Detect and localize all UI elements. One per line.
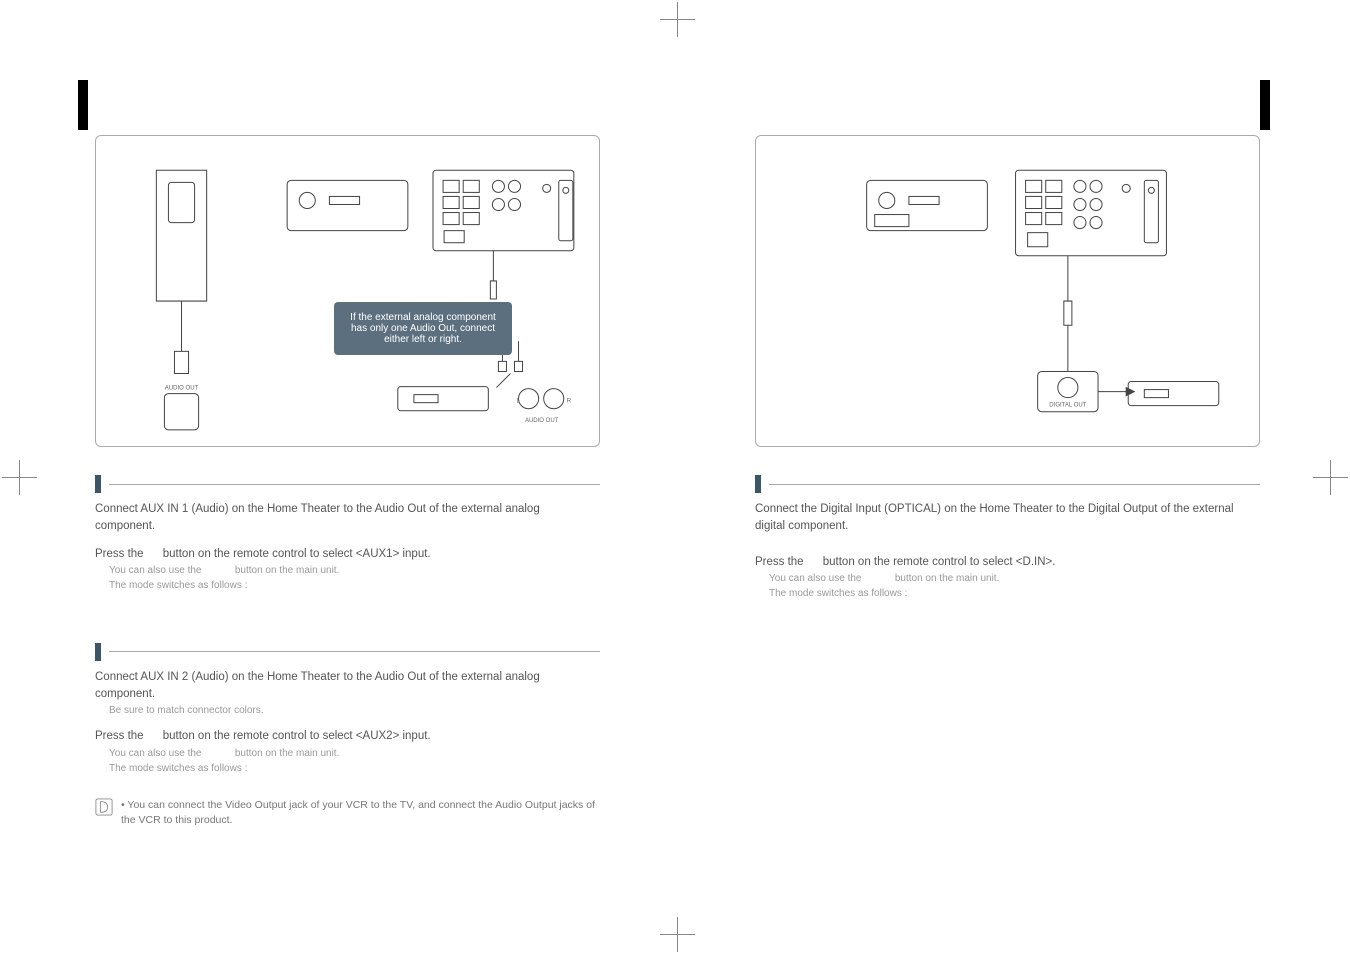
- aux2-small-2: The mode switches as follows :: [109, 761, 600, 776]
- svg-text:R: R: [567, 399, 572, 405]
- digital-out-label: DIGITAL OUT: [1049, 403, 1086, 409]
- aux-connection-diagram: AUDIO OUT: [95, 135, 600, 447]
- svg-text:AUDIO OUT: AUDIO OUT: [165, 386, 199, 392]
- optical-connection-diagram: DIGITAL OUT: [755, 135, 1260, 447]
- info-bubble: If the external analog component has onl…: [334, 302, 512, 355]
- crop-mark-bottom: [660, 917, 695, 952]
- din-step1: Connect the Digital Input (OPTICAL) on t…: [755, 501, 1260, 536]
- din-small-1: You can also use the button on the main …: [769, 571, 1260, 586]
- aux-diagram-svg: AUDIO OUT: [96, 136, 599, 446]
- left-page: AUDIO OUT: [40, 20, 645, 934]
- optical-diagram-svg: DIGITAL OUT: [756, 136, 1259, 446]
- aux1-step2: Press the button on the remote control t…: [95, 546, 600, 563]
- crop-mark-right: [1313, 460, 1348, 495]
- aux1-step1: Connect AUX IN 1 (Audio) on the Home The…: [95, 501, 600, 536]
- right-page: DIGITAL OUT Connect the Digital Input (O…: [700, 20, 1305, 934]
- aux2-step1: Connect AUX IN 2 (Audio) on the Home The…: [95, 669, 600, 704]
- vcr-note: • You can connect the Video Output jack …: [95, 798, 600, 830]
- aux1-small-1: You can also use the button on the main …: [109, 563, 600, 578]
- aux2-step1-sm: Be sure to match connector colors.: [109, 703, 600, 718]
- optical-section-mark: [755, 475, 1260, 493]
- aux2-small-1: You can also use the button on the main …: [109, 746, 600, 761]
- note-icon: [95, 798, 113, 816]
- din-step2: Press the button on the remote control t…: [755, 554, 1260, 571]
- aux2-body: Connect AUX IN 2 (Audio) on the Home The…: [95, 669, 600, 776]
- crop-mark-left: [2, 460, 37, 495]
- aux1-body: Connect AUX IN 1 (Audio) on the Home The…: [95, 501, 600, 593]
- svg-text:AUDIO OUT: AUDIO OUT: [525, 418, 559, 424]
- aux2-step2: Press the button on the remote control t…: [95, 728, 600, 745]
- aux1-section-mark: [95, 475, 600, 493]
- crop-mark-top: [660, 2, 695, 37]
- optical-body: Connect the Digital Input (OPTICAL) on t…: [755, 501, 1260, 601]
- aux2-section-mark: [95, 643, 600, 661]
- aux1-small-2: The mode switches as follows :: [109, 578, 600, 593]
- vcr-note-text: You can connect the Video Output jack of…: [121, 799, 595, 827]
- din-small-2: The mode switches as follows :: [769, 586, 1260, 601]
